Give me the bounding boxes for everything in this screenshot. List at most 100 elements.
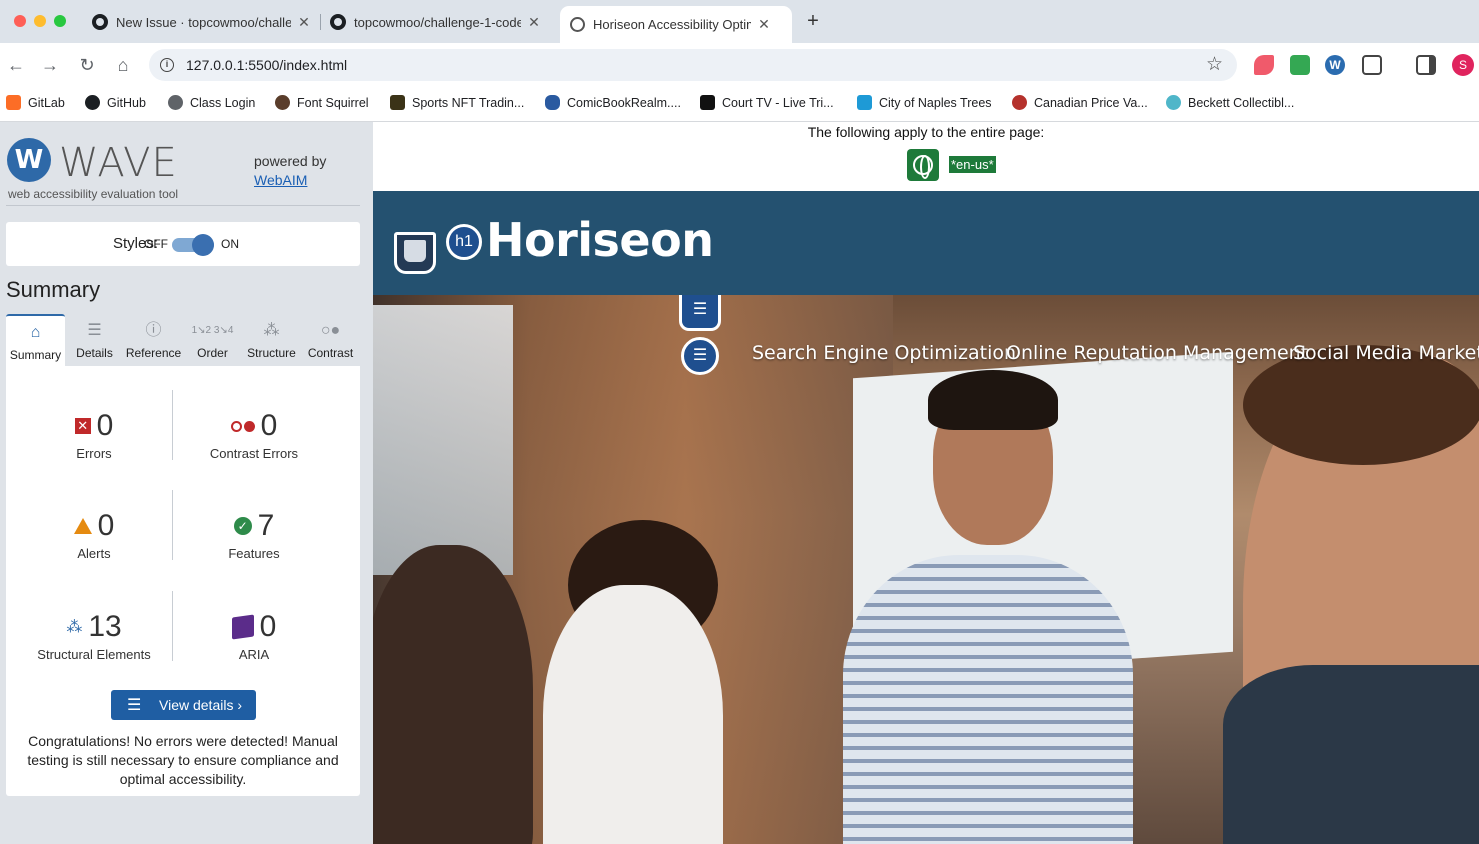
wave-extension-icon[interactable]: W bbox=[1325, 55, 1345, 75]
globe-icon bbox=[570, 17, 585, 32]
page-level-notice-text: The following apply to the entire page: bbox=[807, 124, 1045, 140]
globe-icon bbox=[168, 95, 183, 110]
alerts-count: 0 bbox=[97, 509, 115, 542]
features-label: Features bbox=[228, 546, 280, 561]
minimize-window-button[interactable] bbox=[34, 15, 46, 27]
bookmark-beckett[interactable]: Beckett Collectibl... bbox=[1166, 95, 1294, 110]
address-bar[interactable]: i 127.0.0.1:5500/index.html ☆ bbox=[149, 49, 1237, 81]
tab-label: Reference bbox=[125, 346, 182, 360]
github-icon bbox=[330, 14, 346, 30]
home-icon[interactable]: ⌂ bbox=[111, 53, 135, 77]
wave-title: WAVE bbox=[59, 140, 178, 186]
bookmark-github[interactable]: GitHub bbox=[85, 95, 146, 110]
contrast-errors-stat[interactable]: 0 Contrast Errors bbox=[174, 408, 334, 461]
tab-structure[interactable]: ⁂ Structure bbox=[242, 314, 301, 366]
info-icon: ⓘ bbox=[145, 322, 162, 339]
tab-reference[interactable]: ⓘ Reference bbox=[124, 314, 183, 366]
bookmark-class-login[interactable]: Class Login bbox=[168, 95, 255, 110]
structure-icon: ⁂ bbox=[66, 619, 83, 636]
contrast-error-icon bbox=[230, 420, 255, 432]
nav-link-reputation[interactable]: Online Reputation Management bbox=[1006, 342, 1308, 364]
bookmark-sports-nft[interactable]: Sports NFT Tradin... bbox=[390, 95, 524, 110]
github-icon bbox=[85, 95, 100, 110]
bookmark-label: GitHub bbox=[107, 95, 146, 110]
unordered-list-icon[interactable]: ☰ bbox=[681, 337, 719, 375]
close-tab-icon[interactable]: ✕ bbox=[297, 14, 311, 31]
hero-window bbox=[373, 305, 513, 575]
side-panel-icon[interactable] bbox=[1416, 55, 1436, 75]
styles-off-label: OFF bbox=[144, 237, 168, 251]
tab-summary[interactable]: ⌂ Summary bbox=[6, 314, 65, 366]
close-tab-icon[interactable]: ✕ bbox=[527, 14, 541, 31]
header-landmark-icon[interactable] bbox=[394, 232, 436, 274]
extension-icon[interactable] bbox=[1290, 55, 1310, 75]
bookmark-label: ComicBookRealm.... bbox=[567, 95, 681, 110]
comicbookrealm-icon bbox=[545, 95, 560, 110]
summary-heading: Summary bbox=[6, 277, 101, 302]
alerts-stat[interactable]: 0 Alerts bbox=[14, 508, 174, 561]
aria-label: ARIA bbox=[238, 647, 270, 662]
order-icon: 1↘2 3↘4 bbox=[191, 325, 234, 336]
tab-order[interactable]: 1↘2 3↘4 Order bbox=[183, 314, 242, 366]
nav-link-social-media[interactable]: Social Media Marketing bbox=[1293, 342, 1479, 364]
extension-icon[interactable] bbox=[1254, 55, 1274, 75]
tab-details[interactable]: ☰ Details bbox=[65, 314, 124, 366]
powered-by-text: powered by bbox=[254, 153, 327, 169]
webaim-link[interactable]: WebAIM bbox=[254, 172, 307, 188]
home-icon: ⌂ bbox=[30, 324, 41, 341]
summary-panel: ✕ 0 Errors 0 Contrast Errors 0 Alerts ✓ 7 … bbox=[6, 366, 360, 796]
view-details-button[interactable]: ☰ View details › bbox=[111, 690, 256, 720]
close-window-button[interactable] bbox=[14, 15, 26, 27]
h1-badge-icon[interactable]: h1 bbox=[446, 224, 482, 260]
browser-tab-new-issue[interactable]: New Issue · topcowmoo/challenge-1-code ✕ bbox=[92, 7, 311, 37]
profile-avatar[interactable]: S bbox=[1452, 54, 1474, 76]
features-stat[interactable]: ✓ 7 Features bbox=[174, 508, 334, 561]
forward-arrow-icon[interactable]: → bbox=[38, 53, 62, 77]
court-tv-icon bbox=[700, 95, 715, 110]
language-globe-icon[interactable] bbox=[907, 149, 939, 181]
bookmark-comicbookrealm[interactable]: ComicBookRealm.... bbox=[545, 95, 681, 110]
reload-icon[interactable]: ↻ bbox=[75, 53, 99, 77]
navigation-landmark-icon[interactable]: ☰ bbox=[679, 295, 721, 331]
extensions-puzzle-icon[interactable] bbox=[1362, 55, 1382, 75]
nav-link-seo[interactable]: Search Engine Optimization bbox=[752, 342, 1016, 364]
new-tab-button[interactable]: + bbox=[799, 9, 827, 35]
github-icon bbox=[92, 14, 108, 30]
tab-label: Structure bbox=[247, 346, 296, 360]
hero-image: ☰ ☰ Search Engine Optimization Online Re… bbox=[373, 295, 1479, 844]
congratulations-message: Congratulations! No errors were detected… bbox=[27, 733, 339, 787]
bookmark-court-tv[interactable]: Court TV - Live Tri... bbox=[700, 95, 834, 110]
tab-separator bbox=[320, 14, 321, 30]
contrast-errors-label: Contrast Errors bbox=[209, 446, 299, 461]
tab-contrast[interactable]: ○● Contrast bbox=[301, 314, 360, 366]
back-arrow-icon[interactable]: ← bbox=[4, 53, 28, 77]
browser-tab-repo[interactable]: topcowmoo/challenge-1-code-refactor ✕ bbox=[330, 7, 541, 37]
bookmark-canadian-price[interactable]: Canadian Price Va... bbox=[1012, 95, 1148, 110]
errors-stat[interactable]: ✕ 0 Errors bbox=[14, 408, 174, 461]
features-count: 7 bbox=[257, 509, 275, 542]
divider bbox=[172, 390, 173, 460]
wave-extension-letter: W bbox=[1329, 58, 1341, 72]
divider bbox=[172, 490, 173, 560]
structural-count: 13 bbox=[88, 610, 122, 643]
browser-tab-horiseon[interactable]: Horiseon Accessibility Optimization ✕ bbox=[560, 6, 792, 43]
structural-elements-stat[interactable]: ⁂ 13 Structural Elements bbox=[14, 609, 174, 662]
aria-stat[interactable]: 0 ARIA bbox=[174, 609, 334, 662]
bookmark-city-of-naples[interactable]: City of Naples Trees bbox=[857, 95, 992, 110]
wave-sidebar: W WAVE web accessibility evaluation tool… bbox=[0, 122, 373, 844]
tab-label: Details bbox=[76, 346, 113, 360]
errors-count: 0 bbox=[96, 409, 114, 442]
close-tab-icon[interactable]: ✕ bbox=[757, 16, 771, 33]
bookmark-star-icon[interactable]: ☆ bbox=[1206, 53, 1223, 76]
bookmark-gitlab[interactable]: GitLab bbox=[6, 95, 65, 110]
tab-label: Contrast bbox=[307, 346, 354, 360]
browser-toolbar: ← → ↻ ⌂ i 127.0.0.1:5500/index.html ☆ W … bbox=[0, 43, 1479, 87]
squirrel-icon bbox=[275, 95, 290, 110]
bookmark-font-squirrel[interactable]: Font Squirrel bbox=[275, 95, 369, 110]
maximize-window-button[interactable] bbox=[54, 15, 66, 27]
styles-toggle[interactable] bbox=[192, 234, 214, 256]
styles-on-label: ON bbox=[221, 237, 239, 251]
info-icon[interactable]: i bbox=[160, 58, 174, 72]
structure-icon: ⁂ bbox=[263, 322, 280, 339]
bookmark-label: Beckett Collectibl... bbox=[1188, 95, 1295, 110]
